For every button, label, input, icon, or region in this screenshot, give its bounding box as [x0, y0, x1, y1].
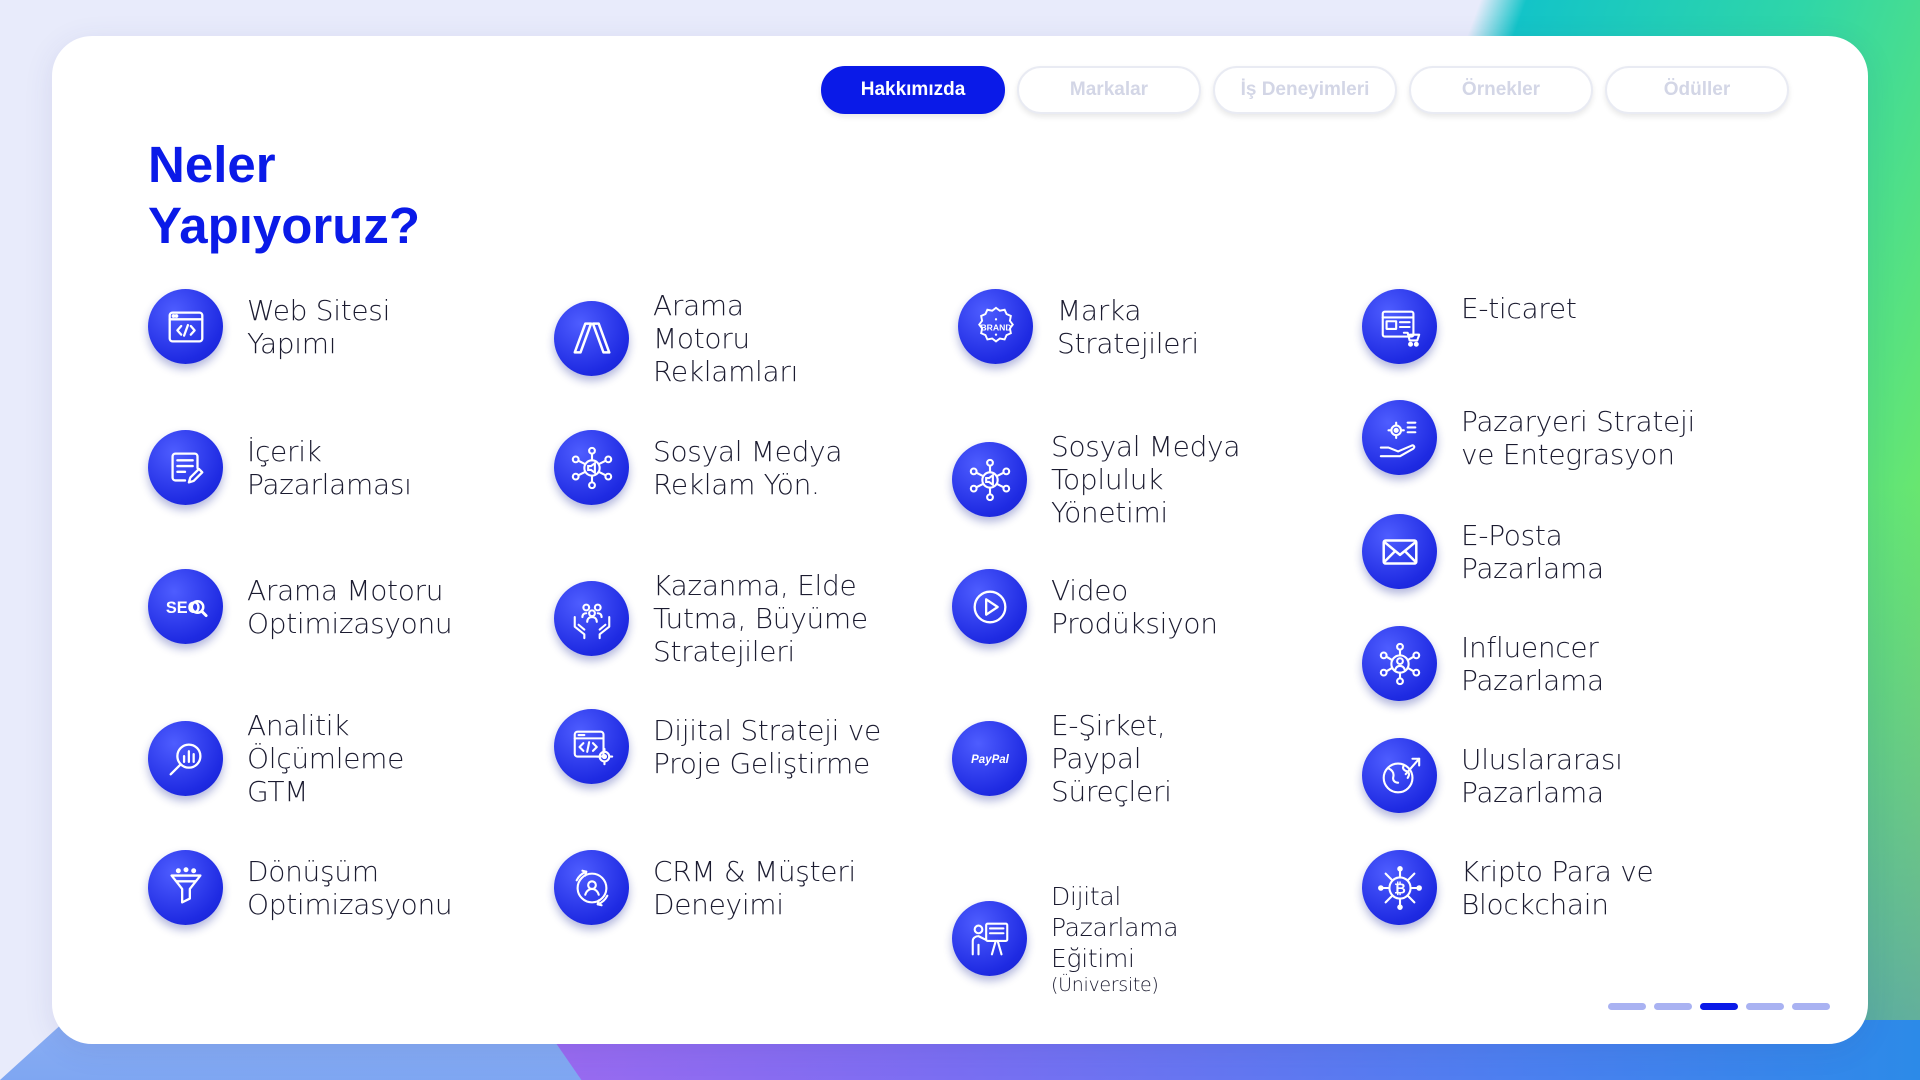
content-edit-icon [148, 430, 223, 505]
service-label: Arama Motoru Optimizasyonu [247, 573, 453, 640]
play-icon [952, 569, 1027, 644]
project-code-icon [554, 709, 629, 784]
pagination-dot[interactable] [1608, 1003, 1646, 1010]
service-icerik[interactable]: İçerik Pazarlaması [148, 430, 412, 505]
tab-ornekler[interactable]: Örnekler [1409, 66, 1593, 114]
service-uluslararasi[interactable]: Uluslararası Pazarlama [1362, 738, 1623, 813]
service-label: Kazanma, Elde Tutma, Büyüme Stratejileri [653, 569, 868, 668]
service-sosyal-topluluk[interactable]: Sosyal Medya Topluluk Yönetimi [952, 430, 1240, 529]
service-crm[interactable]: CRM & Müşteri Deneyimi [554, 850, 856, 925]
service-label-main: Dijital Pazarlama Eğitimi [1051, 882, 1179, 973]
service-label: CRM & Müşteri Deneyimi [653, 854, 856, 921]
service-kripto[interactable]: ₿ Kripto Para ve Blockchain [1362, 850, 1654, 925]
service-label: E-Posta Pazarlama [1461, 518, 1604, 585]
influencer-icon [1362, 626, 1437, 701]
service-label: Dijital Pazarlama Eğitimi (Üniversite) [1051, 850, 1179, 1027]
service-label: Dijital Strateji ve Proje Geliştirme [653, 713, 881, 780]
people-hands-icon [554, 581, 629, 656]
service-dijital-strateji[interactable]: Dijital Strateji ve Proje Geliştirme [554, 709, 881, 784]
service-label: Pazaryeri Strateji ve Entegrasyon [1461, 404, 1695, 471]
svg-text:BRAND: BRAND [980, 322, 1011, 332]
service-label-sub: (Üniversite) [1051, 974, 1159, 996]
service-sosyal-reklam[interactable]: Sosyal Medya Reklam Yön. [554, 430, 842, 505]
analytics-icon [148, 721, 223, 796]
service-label: İçerik Pazarlaması [247, 434, 412, 501]
pagination-dot[interactable] [1792, 1003, 1830, 1010]
social-ads-icon [554, 430, 629, 505]
service-e-ticaret[interactable]: E-ticaret [1362, 289, 1577, 364]
service-label: Kripto Para ve Blockchain [1461, 854, 1654, 921]
svg-text:PayPal: PayPal [971, 753, 1010, 765]
bitcoin-icon: ₿ [1362, 850, 1437, 925]
service-analitik[interactable]: Analitik Ölçümleme GTM [148, 709, 404, 808]
pagination-dot[interactable] [1746, 1003, 1784, 1010]
crm-icon [554, 850, 629, 925]
service-pazaryeri[interactable]: Pazaryeri Strateji ve Entegrasyon [1362, 400, 1695, 475]
tab-is-deneyimleri[interactable]: İş Deneyimleri [1213, 66, 1397, 114]
service-label: Influencer Pazarlama [1461, 630, 1604, 697]
envelope-icon [1362, 514, 1437, 589]
service-marka[interactable]: BRAND Marka Stratejileri [958, 289, 1199, 364]
service-kazanma[interactable]: Kazanma, Elde Tutma, Büyüme Stratejileri [554, 569, 868, 668]
ecommerce-icon [1362, 289, 1437, 364]
service-label: Dönüşüm Optimizasyonu [247, 854, 453, 921]
service-label: Analitik Ölçümleme GTM [247, 709, 405, 808]
service-label: E-Şirket, Paypal Süreçleri [1051, 709, 1172, 808]
google-ads-icon [554, 301, 629, 376]
service-label: Marka Stratejileri [1057, 293, 1199, 360]
funnel-icon [148, 850, 223, 925]
service-video[interactable]: Video Prodüksiyon [952, 569, 1218, 644]
service-donusum[interactable]: Dönüşüm Optimizasyonu [148, 850, 453, 925]
seo-icon: SEO [148, 569, 223, 644]
pagination-dot-active[interactable] [1700, 1003, 1738, 1010]
service-web-sitesi[interactable]: Web Sitesi Yapımı [148, 289, 390, 364]
pagination-dot[interactable] [1654, 1003, 1692, 1010]
svg-text:₿: ₿ [1394, 881, 1406, 897]
tab-hakkimizda[interactable]: Hakkımızda [821, 66, 1005, 114]
service-label: Uluslararası Pazarlama [1461, 742, 1623, 809]
community-icon [952, 442, 1027, 517]
service-label: Video Prodüksiyon [1051, 573, 1218, 640]
page-title-line1: Neler [148, 136, 276, 193]
tab-markalar[interactable]: Markalar [1017, 66, 1201, 114]
service-arama-reklam[interactable]: Arama Motoru Reklamları [554, 289, 798, 388]
service-label: Sosyal Medya Reklam Yön. [653, 434, 843, 501]
code-window-icon [148, 289, 223, 364]
service-e-posta[interactable]: E-Posta Pazarlama [1362, 514, 1604, 589]
globe-icon [1362, 738, 1437, 813]
service-label: Sosyal Medya Topluluk Yönetimi [1051, 430, 1241, 529]
pagination-dots [1608, 1003, 1830, 1010]
tab-oduller[interactable]: Ödüller [1605, 66, 1789, 114]
page-title-line2: Yapıyoruz? [148, 197, 421, 254]
hand-gear-icon [1362, 400, 1437, 475]
page-title: Neler Yapıyoruz? [148, 134, 420, 256]
top-tabs: Hakkımızda Markalar İş Deneyimleri Örnek… [821, 66, 1789, 114]
service-seo[interactable]: SEO Arama Motoru Optimizasyonu [148, 569, 453, 644]
paypal-icon: PayPal [952, 721, 1027, 796]
brand-badge-icon: BRAND [958, 289, 1033, 364]
service-egitim[interactable]: Dijital Pazarlama Eğitimi (Üniversite) [952, 850, 1179, 1027]
training-icon [952, 901, 1027, 976]
service-label: Arama Motoru Reklamları [653, 289, 799, 388]
service-label: E-ticaret [1461, 291, 1577, 325]
service-e-sirket[interactable]: PayPal E-Şirket, Paypal Süreçleri [952, 709, 1172, 808]
service-influencer[interactable]: Influencer Pazarlama [1362, 626, 1604, 701]
service-label: Web Sitesi Yapımı [247, 293, 391, 360]
